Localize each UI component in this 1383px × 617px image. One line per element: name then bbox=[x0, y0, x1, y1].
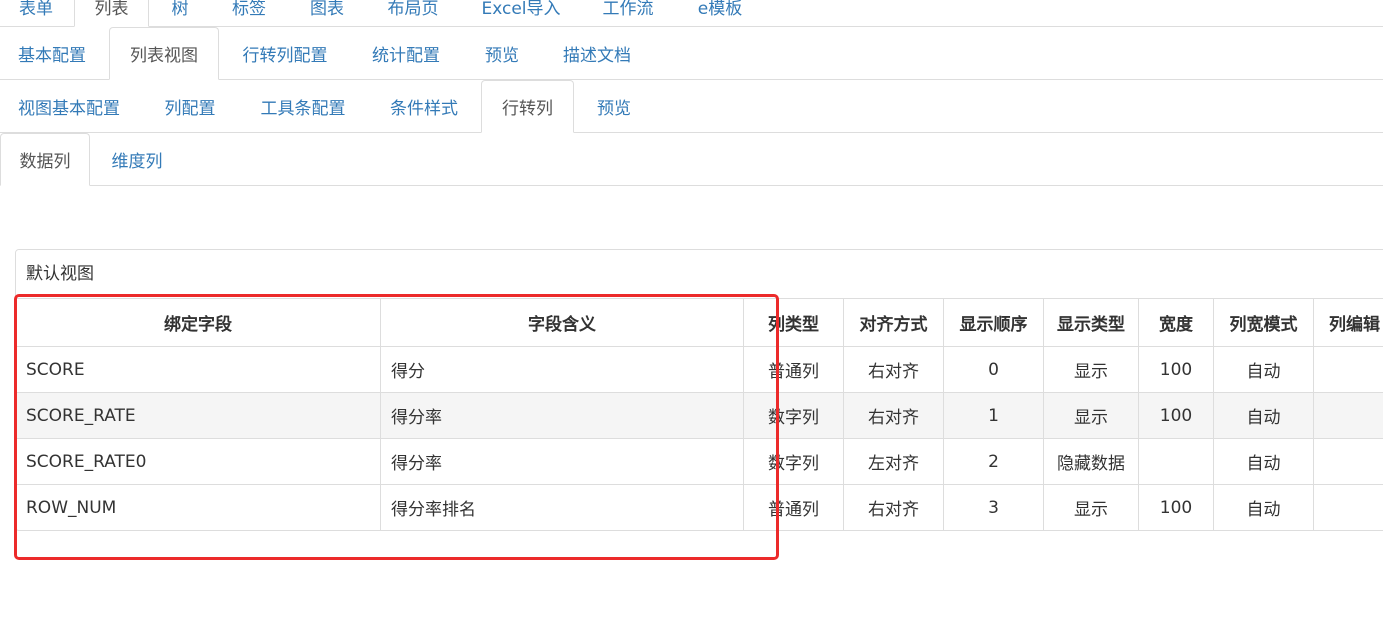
table-row[interactable]: SCORE 得分 普通列 右对齐 0 显示 100 自动 bbox=[16, 346, 1383, 393]
cell-column-edit[interactable] bbox=[1313, 346, 1383, 393]
header-bind-field[interactable]: 绑定字段 bbox=[16, 298, 381, 347]
default-view-panel: 默认视图 绑定字段 字段含义 列类型 对齐方式 显示顺序 显示类型 宽度 列宽模… bbox=[15, 249, 1383, 531]
cell-display-type: 显示 bbox=[1043, 484, 1139, 530]
cell-alignment: 右对齐 bbox=[843, 346, 944, 393]
cell-width: 100 bbox=[1138, 392, 1214, 439]
cell-field-meaning: 得分 bbox=[380, 346, 744, 393]
table-row[interactable]: ROW_NUM 得分率排名 普通列 右对齐 3 显示 100 自动 bbox=[16, 484, 1383, 530]
tab-tree[interactable]: 树 bbox=[150, 0, 210, 26]
cell-column-edit[interactable] bbox=[1313, 438, 1383, 485]
cell-column-type: 数字列 bbox=[743, 392, 844, 439]
cell-field-meaning: 得分率 bbox=[380, 392, 744, 439]
cell-column-type: 普通列 bbox=[743, 484, 844, 530]
cell-column-type: 普通列 bbox=[743, 346, 844, 393]
tab-e-template[interactable]: e模板 bbox=[680, 0, 760, 26]
cell-alignment: 右对齐 bbox=[843, 484, 944, 530]
cell-width-mode: 自动 bbox=[1213, 438, 1314, 485]
cell-bind-field: SCORE_RATE bbox=[16, 392, 381, 439]
view-sub-tab-bar: 视图基本配置 列配置 工具条配置 条件样式 行转列 预览 bbox=[0, 80, 1383, 133]
header-display-order[interactable]: 显示顺序 bbox=[943, 298, 1044, 347]
cell-bind-field: ROW_NUM bbox=[16, 484, 381, 530]
tab-pivot-config[interactable]: 行转列配置 bbox=[222, 27, 348, 79]
cell-column-edit[interactable] bbox=[1313, 484, 1383, 530]
tab-list[interactable]: 列表 bbox=[74, 0, 149, 27]
cell-width: 100 bbox=[1138, 484, 1214, 530]
tab-preview[interactable]: 预览 bbox=[464, 27, 540, 79]
tab-layout[interactable]: 布局页 bbox=[367, 0, 459, 26]
tab-excel-import[interactable]: Excel导入 bbox=[465, 0, 577, 26]
pivot-sub-tab-bar: 数据列 维度列 bbox=[0, 133, 1383, 186]
main-tab-bar: 表单 列表 树 标签 图表 布局页 Excel导入 工作流 e模板 bbox=[0, 0, 1383, 27]
tab-chart[interactable]: 图表 bbox=[290, 0, 364, 26]
table-header-row: 绑定字段 字段含义 列类型 对齐方式 显示顺序 显示类型 宽度 列宽模式 列编辑 bbox=[16, 298, 1383, 347]
cell-display-order: 3 bbox=[943, 484, 1044, 530]
tab-description-doc[interactable]: 描述文档 bbox=[543, 27, 651, 79]
panel-title: 默认视图 bbox=[16, 250, 1383, 298]
cell-alignment: 左对齐 bbox=[843, 438, 944, 485]
tab-row-to-column[interactable]: 行转列 bbox=[481, 80, 574, 133]
header-column-type[interactable]: 列类型 bbox=[743, 298, 844, 347]
cell-display-type: 显示 bbox=[1043, 392, 1139, 439]
tab-data-columns[interactable]: 数据列 bbox=[0, 133, 90, 186]
cell-display-type: 显示 bbox=[1043, 346, 1139, 393]
tab-dimension-columns[interactable]: 维度列 bbox=[93, 133, 181, 185]
tab-column-config[interactable]: 列配置 bbox=[144, 80, 236, 132]
header-width-mode[interactable]: 列宽模式 bbox=[1213, 298, 1314, 347]
tab-workflow[interactable]: 工作流 bbox=[582, 0, 674, 26]
tab-form[interactable]: 表单 bbox=[0, 0, 72, 26]
tab-basic-config[interactable]: 基本配置 bbox=[0, 27, 104, 79]
cell-width-mode: 自动 bbox=[1213, 392, 1314, 439]
cell-column-type: 数字列 bbox=[743, 438, 844, 485]
cell-bind-field: SCORE_RATE0 bbox=[16, 438, 381, 485]
cell-width-mode: 自动 bbox=[1213, 484, 1314, 530]
column-config-table: 绑定字段 字段含义 列类型 对齐方式 显示顺序 显示类型 宽度 列宽模式 列编辑… bbox=[16, 298, 1383, 530]
cell-alignment: 右对齐 bbox=[843, 392, 944, 439]
tab-conditional-style[interactable]: 条件样式 bbox=[370, 80, 478, 132]
tab-view-basic-config[interactable]: 视图基本配置 bbox=[0, 80, 138, 132]
table-row[interactable]: SCORE_RATE 得分率 数字列 右对齐 1 显示 100 自动 bbox=[16, 392, 1383, 439]
cell-width-mode: 自动 bbox=[1213, 346, 1314, 393]
cell-display-order: 1 bbox=[943, 392, 1044, 439]
header-width[interactable]: 宽度 bbox=[1138, 298, 1214, 347]
cell-display-type: 隐藏数据 bbox=[1043, 438, 1139, 485]
header-field-meaning[interactable]: 字段含义 bbox=[380, 298, 744, 347]
tab-list-view[interactable]: 列表视图 bbox=[109, 27, 219, 80]
cell-display-order: 0 bbox=[943, 346, 1044, 393]
cell-field-meaning: 得分率 bbox=[380, 438, 744, 485]
tab-stat-config[interactable]: 统计配置 bbox=[352, 27, 460, 79]
cell-field-meaning: 得分率排名 bbox=[380, 484, 744, 530]
cell-bind-field: SCORE bbox=[16, 346, 381, 393]
header-display-type[interactable]: 显示类型 bbox=[1043, 298, 1139, 347]
header-column-edit[interactable]: 列编辑 bbox=[1313, 298, 1383, 347]
cell-width bbox=[1138, 438, 1214, 485]
list-sub-tab-bar: 基本配置 列表视图 行转列配置 统计配置 预览 描述文档 bbox=[0, 27, 1383, 80]
header-alignment[interactable]: 对齐方式 bbox=[843, 298, 944, 347]
tab-toolbar-config[interactable]: 工具条配置 bbox=[241, 80, 365, 132]
table-row[interactable]: SCORE_RATE0 得分率 数字列 左对齐 2 隐藏数据 自动 bbox=[16, 438, 1383, 485]
tab-label[interactable]: 标签 bbox=[212, 0, 286, 26]
tab-view-preview[interactable]: 预览 bbox=[577, 80, 651, 132]
cell-width: 100 bbox=[1138, 346, 1214, 393]
cell-column-edit[interactable] bbox=[1313, 392, 1383, 439]
cell-display-order: 2 bbox=[943, 438, 1044, 485]
